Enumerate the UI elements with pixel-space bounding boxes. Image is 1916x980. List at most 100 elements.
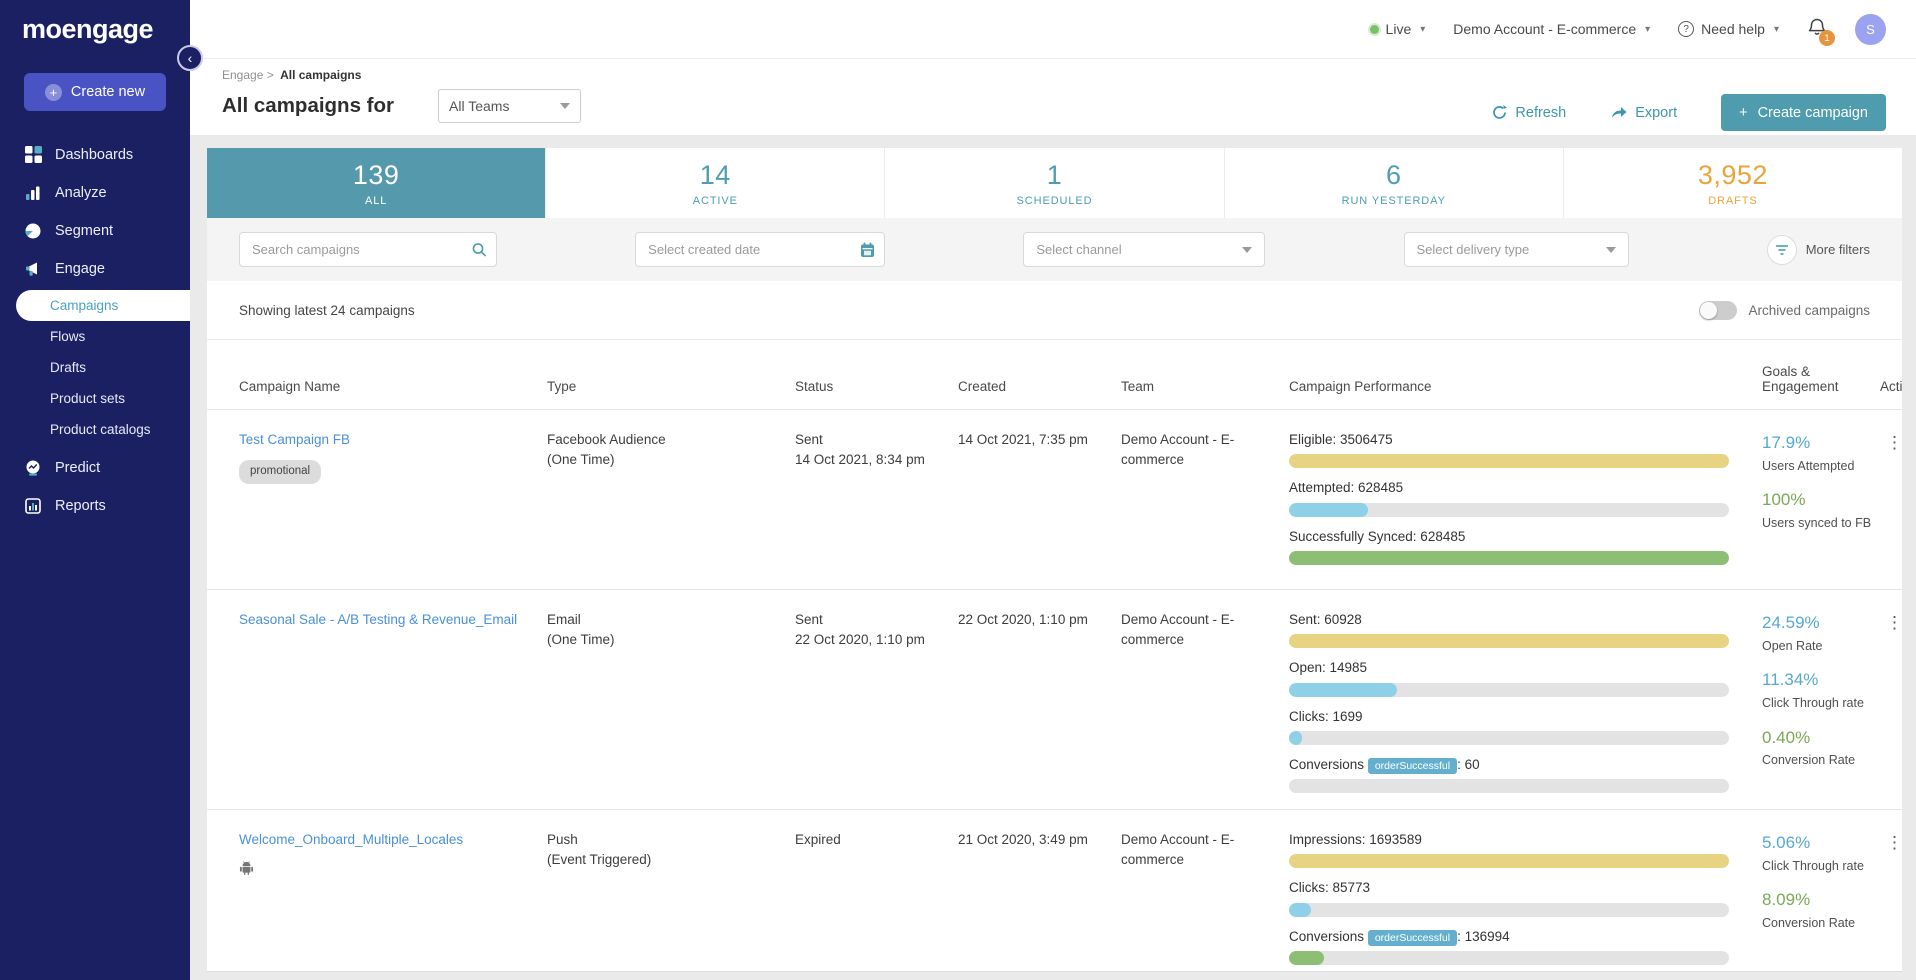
- avatar[interactable]: S: [1855, 14, 1886, 45]
- goal-metric: 17.9% Users Attempted: [1762, 430, 1872, 474]
- sidebar-item-flows[interactable]: Flows: [0, 321, 190, 352]
- more-filters-label: More filters: [1806, 242, 1870, 257]
- performance-metric: Conversions orderSuccessful: 60: [1289, 755, 1754, 793]
- column-header-team: Team: [1121, 379, 1281, 394]
- campaign-performance: Eligible: 3506475 Attempted: 628485 Succ…: [1289, 430, 1754, 589]
- sidebar-item-segment[interactable]: Segment: [0, 212, 190, 250]
- campaign-performance: Sent: 60928 Open: 14985 Clicks: 1699: [1289, 610, 1754, 809]
- sidebar-collapse-button[interactable]: ‹: [177, 45, 203, 71]
- notifications-button[interactable]: 1: [1807, 17, 1827, 41]
- export-label: Export: [1635, 105, 1677, 121]
- engage-icon: [24, 261, 42, 277]
- tab-label: ALL: [365, 195, 387, 207]
- export-button[interactable]: Export: [1610, 105, 1677, 121]
- column-header-goals: Goals & Engagement: [1762, 364, 1872, 394]
- tab-label: RUN YESTERDAY: [1342, 195, 1446, 207]
- sidebar-item-campaigns[interactable]: Campaigns: [16, 290, 190, 321]
- campaign-performance: Impressions: 1693589 Clicks: 85773 Conve…: [1289, 830, 1754, 972]
- reports-icon: [24, 498, 42, 514]
- create-campaign-button[interactable]: + Create campaign: [1721, 94, 1886, 131]
- sidebar-item-label: Dashboards: [55, 147, 133, 163]
- delivery-placeholder: Select delivery type: [1417, 242, 1530, 257]
- sidebar-item-drafts[interactable]: Drafts: [0, 352, 190, 383]
- goal-metric: 5.06% Click Through rate: [1762, 830, 1872, 874]
- performance-metric: Successfully Synced: 628485: [1289, 527, 1754, 565]
- row-actions-menu[interactable]: ⋮: [1880, 613, 1902, 632]
- archived-campaigns-label: Archived campaigns: [1748, 303, 1870, 318]
- performance-metric: Sent: 60928: [1289, 610, 1754, 648]
- tab-scheduled[interactable]: 1 SCHEDULED: [884, 148, 1223, 218]
- campaign-status: Expired: [795, 830, 950, 972]
- sidebar-nav: Dashboards Analyze Segment Engage: [0, 135, 190, 525]
- team-filter-dropdown[interactable]: All Teams: [438, 89, 581, 123]
- predict-icon: [24, 460, 42, 476]
- campaign-status: Sent 14 Oct 2021, 8:34 pm: [795, 430, 950, 589]
- breadcrumb-separator: >: [267, 68, 274, 82]
- archived-campaigns-toggle[interactable]: [1699, 301, 1737, 320]
- sidebar-item-predict[interactable]: Predict: [0, 449, 190, 487]
- create-new-label: Create new: [71, 84, 145, 100]
- refresh-label: Refresh: [1515, 105, 1566, 121]
- tab-count: 3,952: [1698, 160, 1768, 191]
- sidebar-item-product-catalogs[interactable]: Product catalogs: [0, 414, 190, 445]
- performance-metric: Conversions orderSuccessful: 136994: [1289, 927, 1754, 965]
- create-campaign-label: Create campaign: [1758, 105, 1868, 121]
- android-icon: [239, 860, 254, 882]
- performance-metric: Impressions: 1693589: [1289, 830, 1754, 868]
- filter-bar: Select channel Select delivery type More…: [207, 218, 1902, 281]
- search-input[interactable]: [239, 232, 497, 267]
- column-header-type: Type: [547, 379, 787, 394]
- breadcrumb-parent[interactable]: Engage: [222, 68, 263, 82]
- notification-count-badge: 1: [1819, 30, 1835, 46]
- campaign-team: Demo Account - E-commerce: [1121, 610, 1281, 809]
- row-actions-menu[interactable]: ⋮: [1880, 833, 1902, 852]
- tab-all[interactable]: 139 ALL: [207, 148, 545, 218]
- sidebar-item-engage[interactable]: Engage: [0, 250, 190, 288]
- column-header-name: Campaign Name: [239, 379, 539, 394]
- more-filters-button[interactable]: More filters: [1767, 235, 1870, 265]
- tab-label: ACTIVE: [693, 195, 738, 207]
- create-new-button[interactable]: + Create new: [24, 73, 166, 111]
- campaign-name-link[interactable]: Welcome_Onboard_Multiple_Locales: [239, 830, 463, 850]
- campaign-goals: 17.9% Users Attempted 100% Users synced …: [1762, 430, 1872, 589]
- account-switcher[interactable]: Demo Account - E-commerce ▾: [1453, 21, 1650, 37]
- tab-label: DRAFTS: [1708, 195, 1757, 207]
- campaign-type: Push (Event Triggered): [547, 830, 787, 972]
- page-title: All campaigns for: [222, 94, 394, 118]
- performance-metric: Eligible: 3506475: [1289, 430, 1754, 468]
- sidebar-item-label: Segment: [55, 223, 113, 239]
- sidebar-item-analyze[interactable]: Analyze: [0, 174, 190, 212]
- sidebar-item-dashboards[interactable]: Dashboards: [0, 135, 190, 174]
- column-header-status: Status: [795, 379, 950, 394]
- conversion-goal-badge: orderSuccessful: [1368, 758, 1457, 774]
- campaign-created: 22 Oct 2020, 1:10 pm: [958, 610, 1113, 809]
- help-menu[interactable]: ? Need help ▾: [1678, 21, 1779, 37]
- tab-count: 139: [353, 160, 400, 191]
- campaign-name-link[interactable]: Seasonal Sale - A/B Testing & Revenue_Em…: [239, 610, 517, 630]
- created-date-input[interactable]: [635, 232, 885, 267]
- tab-drafts[interactable]: 3,952 DRAFTS: [1563, 148, 1902, 218]
- chevron-down-icon: ▾: [1420, 24, 1425, 35]
- tab-active[interactable]: 14 ACTIVE: [545, 148, 884, 218]
- performance-bar: [1289, 854, 1729, 868]
- sidebar-item-label: Reports: [55, 498, 106, 514]
- campaign-type: Facebook Audience (One Time): [547, 430, 787, 589]
- performance-bar: [1289, 731, 1729, 745]
- tab-count: 6: [1386, 160, 1402, 191]
- segment-icon: [24, 223, 42, 239]
- refresh-button[interactable]: Refresh: [1491, 104, 1566, 121]
- export-icon: [1610, 105, 1628, 120]
- environment-switcher[interactable]: Live ▾: [1370, 21, 1426, 37]
- performance-bar: [1289, 903, 1729, 917]
- sidebar-item-reports[interactable]: Reports: [0, 487, 190, 525]
- campaign-name-link[interactable]: Test Campaign FB: [239, 430, 350, 450]
- plus-icon: +: [1739, 105, 1747, 121]
- sidebar: moengage ‹ + Create new Dashboards Analy…: [0, 0, 190, 980]
- row-actions-menu[interactable]: ⋮: [1880, 433, 1902, 452]
- channel-dropdown[interactable]: Select channel: [1023, 232, 1265, 267]
- performance-metric: Attempted: 628485: [1289, 478, 1754, 516]
- performance-bar: [1289, 503, 1729, 517]
- sidebar-item-product-sets[interactable]: Product sets: [0, 383, 190, 414]
- tab-run-yesterday[interactable]: 6 RUN YESTERDAY: [1224, 148, 1563, 218]
- delivery-type-dropdown[interactable]: Select delivery type: [1404, 232, 1629, 267]
